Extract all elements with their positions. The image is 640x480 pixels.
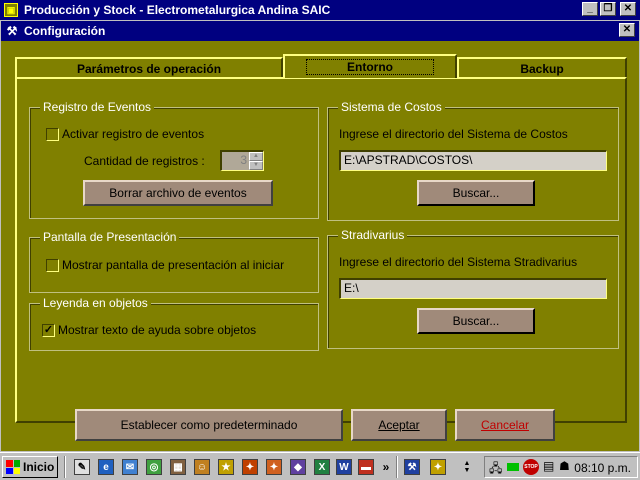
task-scroll-icon[interactable]: ▲ ▼ <box>460 457 474 477</box>
pantalla-legend: Pantalla de Presentación <box>40 230 180 244</box>
app-title: Producción y Stock - Electrometalurgica … <box>24 3 331 17</box>
stradivarius-legend: Stradivarius <box>338 228 408 242</box>
stradivarius-path-input[interactable]: E:\ <box>339 278 607 299</box>
activar-registro-label: Activar registro de eventos <box>62 127 205 141</box>
task-config-icon[interactable]: ⚒ <box>402 457 422 477</box>
costos-prompt: Ingrese el directorio del Sistema de Cos… <box>339 127 568 141</box>
quicklaunch-pen-icon[interactable]: ✎ <box>72 457 92 477</box>
activar-registro-checkbox[interactable] <box>46 128 59 141</box>
system-tray: 🖧 STOP ▤ ☗ 08:10 p.m. <box>484 456 638 478</box>
tray-network-icon[interactable]: 🖧 <box>489 459 502 480</box>
windows-logo-icon <box>6 460 20 474</box>
quicklaunch-star-icon[interactable]: ★ <box>216 457 236 477</box>
tab-panel-entorno: Registro de Eventos Activar registro de … <box>15 77 627 423</box>
mostrar-ayuda-checkbox[interactable]: ✓ <box>42 324 55 337</box>
tray-doc-icon[interactable]: ▤ <box>543 459 554 473</box>
quicklaunch-word-icon[interactable]: W <box>334 457 354 477</box>
quicklaunch-people-icon[interactable]: ☺ <box>192 457 212 477</box>
group-registro-eventos: Registro de Eventos Activar registro de … <box>29 100 319 219</box>
borrar-eventos-button[interactable]: Borrar archivo de eventos <box>83 180 273 206</box>
taskbar: Inicio ✎ e ✉ ◎ ▦ ☺ ★ ✦ ✦ ◆ X W ▬ » ⚒ ✦ ▲… <box>0 452 640 480</box>
start-button[interactable]: Inicio <box>2 456 58 478</box>
group-pantalla-presentacion: Pantalla de Presentación Mostrar pantall… <box>29 230 319 293</box>
app-titlebar: ▣ Producción y Stock - Electrometalurgic… <box>0 0 640 20</box>
spin-up-icon[interactable]: ▲ <box>249 152 263 161</box>
mostrar-pantalla-label: Mostrar pantalla de presentación al inic… <box>62 258 285 272</box>
taskbar-separator <box>64 456 66 478</box>
mostrar-pantalla-checkbox[interactable] <box>46 259 59 272</box>
tray-status-icon[interactable] <box>507 463 519 471</box>
cancelar-button[interactable]: Cancelar <box>455 409 555 441</box>
tools-icon: ⚒ <box>6 24 18 38</box>
task-app-icon[interactable]: ✦ <box>428 457 448 477</box>
quicklaunch-fox2-icon[interactable]: ✦ <box>264 457 284 477</box>
minimize-button[interactable]: _ <box>582 2 598 16</box>
tab-backup[interactable]: Backup <box>457 57 627 79</box>
cantidad-registros-label: Cantidad de registros : <box>84 154 205 168</box>
tab-entorno[interactable]: Entorno <box>283 54 457 78</box>
clock: 08:10 p.m. <box>574 461 631 475</box>
quicklaunch-more-icon[interactable]: » <box>376 457 396 477</box>
group-stradivarius: Stradivarius Ingrese el directorio del S… <box>327 228 619 349</box>
quicklaunch-app-icon[interactable]: ▦ <box>168 457 188 477</box>
quicklaunch-utility-icon[interactable]: ◎ <box>144 457 164 477</box>
cantidad-registros-value: 3 <box>240 153 247 167</box>
tray-wizard-icon[interactable]: ☗ <box>559 459 570 473</box>
cantidad-registros-spinner[interactable]: 3 ▲ ▼ <box>220 150 264 171</box>
dialog-titlebar: ⚒ Configuración ✕ <box>1 21 639 41</box>
app-icon: ▣ <box>4 3 18 17</box>
costos-buscar-button[interactable]: Buscar... <box>417 180 535 206</box>
tray-stop-icon[interactable]: STOP <box>523 459 539 475</box>
quicklaunch-excel-icon[interactable]: X <box>312 457 332 477</box>
group-leyenda-objetos: Leyenda en objetos ✓ Mostrar texto de ay… <box>29 296 319 351</box>
quicklaunch-cube-icon[interactable]: ◆ <box>288 457 308 477</box>
leyenda-legend: Leyenda en objetos <box>40 296 151 310</box>
dialog-close-button[interactable]: ✕ <box>619 23 635 37</box>
establecer-predeterminado-button[interactable]: Establecer como predeterminado <box>75 409 343 441</box>
aceptar-button[interactable]: Aceptar <box>351 409 447 441</box>
spin-down-icon[interactable]: ▼ <box>249 161 263 170</box>
dialog-title: Configuración <box>24 24 106 38</box>
quicklaunch-ie-icon[interactable]: e <box>96 457 116 477</box>
tab-parametros[interactable]: Parámetros de operación <box>15 57 283 79</box>
quicklaunch-fox-icon[interactable]: ✦ <box>240 457 260 477</box>
quicklaunch-ppt-icon[interactable]: ▬ <box>356 457 376 477</box>
costos-path-input[interactable]: E:\APSTRAD\COSTOS\ <box>339 150 607 171</box>
costos-legend: Sistema de Costos <box>338 100 445 114</box>
window-controls: _ ❐ ✕ <box>580 2 636 16</box>
quicklaunch-outlook-icon[interactable]: ✉ <box>120 457 140 477</box>
config-dialog: ⚒ Configuración ✕ Parámetros de operació… <box>0 20 640 452</box>
close-button[interactable]: ✕ <box>620 2 636 16</box>
mostrar-ayuda-label: Mostrar texto de ayuda sobre objetos <box>58 323 257 337</box>
group-sistema-costos: Sistema de Costos Ingrese el directorio … <box>327 100 619 221</box>
registro-legend: Registro de Eventos <box>40 100 155 114</box>
restore-button[interactable]: ❐ <box>600 2 616 16</box>
stradivarius-prompt: Ingrese el directorio del Sistema Stradi… <box>339 255 578 269</box>
stradivarius-buscar-button[interactable]: Buscar... <box>417 308 535 334</box>
taskbar-separator-2 <box>396 456 398 478</box>
